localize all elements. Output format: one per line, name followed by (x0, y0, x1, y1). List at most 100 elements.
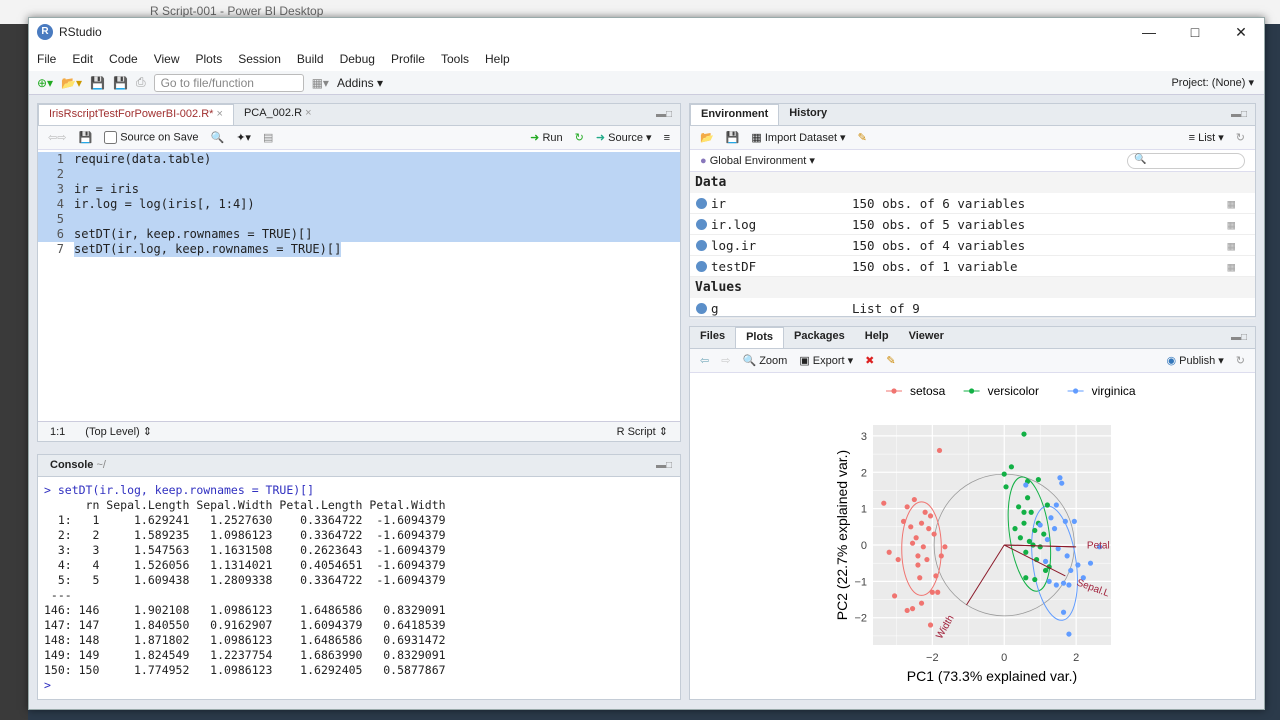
console-line: 5: 5 1.609438 1.2809338 0.3364722 -1.609… (44, 573, 446, 587)
data-point-versicolor (1008, 464, 1015, 470)
pane-minmax-icon[interactable]: ▬□ (656, 460, 672, 471)
source-label: Source (608, 132, 643, 144)
addins-label: Addins (336, 75, 374, 90)
print-icon[interactable]: ⎙ (136, 75, 146, 90)
console-line: rn Sepal.Length Sepal.Width Petal.Length… (44, 498, 446, 512)
grid-view-icon[interactable]: ▦ (1227, 259, 1235, 274)
source-button[interactable]: ➜ Source ▾ (596, 131, 652, 144)
menu-build[interactable]: Build (297, 52, 324, 66)
goto-file-input[interactable]: Go to file/function (153, 73, 304, 92)
save-workspace-icon[interactable]: 💾 (726, 131, 740, 144)
close-button[interactable]: ✕ (1218, 18, 1264, 46)
minimize-button[interactable]: — (1126, 18, 1172, 46)
layout-icon[interactable]: ▦▾ (312, 76, 329, 90)
load-workspace-icon[interactable]: 📂 (700, 131, 714, 144)
code-editor[interactable]: 1 require(data.table) 2 3 ir = iris 4 ir.lo… (38, 150, 680, 420)
env-row-ir-log[interactable]: ir.log 150 obs. of 5 variables ▦ (690, 214, 1255, 235)
save-icon[interactable]: 💾 (90, 76, 105, 90)
tab-iris-script[interactable]: IrisRscriptTestForPowerBI-002.R* × (38, 104, 234, 125)
scope-selector[interactable]: (Top Level) ⇕ (85, 425, 152, 438)
data-point-virginica (1044, 536, 1050, 543)
tab-viewer[interactable]: Viewer (899, 327, 954, 348)
close-tab-icon[interactable]: × (217, 108, 223, 120)
addins-menu[interactable]: Addins ▾ (337, 76, 383, 90)
expand-icon[interactable] (696, 218, 707, 230)
import-dataset-button[interactable]: ▦ Import Dataset ▾ (751, 131, 845, 144)
new-file-icon[interactable]: ⊕▾ (37, 76, 53, 90)
env-row-ir[interactable]: ir 150 obs. of 6 variables ▦ (690, 193, 1255, 214)
refresh-icon[interactable]: ↻ (1236, 354, 1245, 367)
remove-plot-icon[interactable]: ✖ (865, 354, 874, 367)
tab-plots[interactable]: Plots (735, 327, 784, 348)
data-point-virginica (1057, 475, 1063, 481)
tab-files[interactable]: Files (690, 327, 735, 348)
file-type-selector[interactable]: R Script ⇕ (617, 425, 668, 438)
open-file-icon[interactable]: 📂▾ (61, 76, 82, 90)
expand-icon[interactable] (696, 239, 707, 251)
data-point-versicolor (1017, 535, 1024, 541)
clear-broom-icon[interactable]: ✎ (886, 354, 895, 367)
close-tab-icon[interactable]: × (305, 107, 311, 119)
env-row-testdf[interactable]: testDF 150 obs. of 1 variable ▦ (690, 256, 1255, 277)
search-icon[interactable]: 🔍 (210, 131, 224, 144)
clear-broom-icon[interactable]: ✎ (858, 131, 867, 144)
source-on-save-checkbox[interactable]: Source on Save (104, 131, 198, 144)
tab-environment[interactable]: Environment (690, 104, 780, 125)
publish-button[interactable]: ◉ Publish ▾ (1166, 354, 1223, 367)
menu-file[interactable]: File (37, 52, 56, 66)
menu-debug[interactable]: Debug (340, 52, 375, 66)
tab-pca[interactable]: PCA_002.R × (234, 104, 322, 125)
refresh-icon[interactable]: ↻ (1236, 131, 1245, 144)
console-prompt[interactable]: > (44, 678, 680, 693)
pane-minmax-icon[interactable]: ▬□ (1231, 332, 1247, 343)
data-point-setosa (924, 556, 930, 563)
env-search-input[interactable]: 🔍 (1127, 152, 1245, 169)
tab-packages[interactable]: Packages (784, 327, 855, 348)
menu-view[interactable]: View (154, 52, 180, 66)
data-point-setosa (922, 509, 928, 515)
forward-icon[interactable]: ⇨ (721, 354, 730, 367)
project-menu[interactable]: Project: (None) ▾ (1171, 76, 1254, 89)
grid-view-icon[interactable]: ▦ (1227, 238, 1235, 253)
legend-label-setosa: setosa (910, 384, 946, 398)
scope-dropdown[interactable]: ● Global Environment ▾ (700, 154, 815, 167)
tab-history[interactable]: History (779, 104, 837, 125)
menu-session[interactable]: Session (238, 52, 281, 66)
back-icon[interactable]: ⇦⇨ (48, 131, 66, 144)
back-icon[interactable]: ⇦ (700, 354, 709, 367)
save-all-icon[interactable]: 💾 (113, 76, 128, 90)
view-mode-dropdown[interactable]: ≡ List ▾ (1189, 131, 1224, 144)
expand-icon[interactable] (696, 197, 707, 209)
menu-tools[interactable]: Tools (441, 52, 469, 66)
compile-report-icon[interactable]: ▤ (263, 131, 273, 144)
zoom-button[interactable]: 🔍 Zoom (742, 354, 787, 367)
data-point-virginica (1048, 515, 1054, 521)
y-tick-label: −1 (854, 576, 867, 588)
menu-code[interactable]: Code (109, 52, 138, 66)
pane-minmax-icon[interactable]: ▬□ (656, 109, 672, 120)
console-output[interactable]: > setDT(ir.log, keep.rownames = TRUE)[] … (38, 477, 680, 699)
data-point-versicolor (1021, 431, 1027, 437)
expand-icon[interactable] (696, 302, 707, 314)
expand-icon[interactable] (696, 260, 707, 272)
env-row-g[interactable]: g List of 9 (690, 298, 1255, 319)
tab-help[interactable]: Help (855, 327, 899, 348)
export-button[interactable]: ▣ Export ▾ (799, 354, 853, 367)
menu-profile[interactable]: Profile (391, 52, 425, 66)
magic-wand-icon[interactable]: ✦▾ (236, 131, 251, 144)
data-point-setosa (908, 524, 914, 530)
menu-edit[interactable]: Edit (72, 52, 93, 66)
maximize-button[interactable]: □ (1172, 18, 1218, 46)
save-icon[interactable]: 💾 (78, 131, 92, 144)
rerun-icon[interactable]: ↻ (575, 131, 584, 144)
menu-help[interactable]: Help (485, 52, 510, 66)
grid-view-icon[interactable]: ▦ (1227, 196, 1235, 211)
console-header: Console ~/ ▬□ (38, 455, 680, 477)
env-row-log-ir[interactable]: log.ir 150 obs. of 4 variables ▦ (690, 235, 1255, 256)
run-button[interactable]: ➜ Run (530, 131, 562, 144)
grid-view-icon[interactable]: ▦ (1227, 217, 1235, 232)
pane-minmax-icon[interactable]: ▬□ (1231, 109, 1247, 120)
data-point-virginica (1023, 482, 1029, 488)
menu-plots[interactable]: Plots (196, 52, 223, 66)
outline-icon[interactable]: ≡ (664, 132, 670, 144)
